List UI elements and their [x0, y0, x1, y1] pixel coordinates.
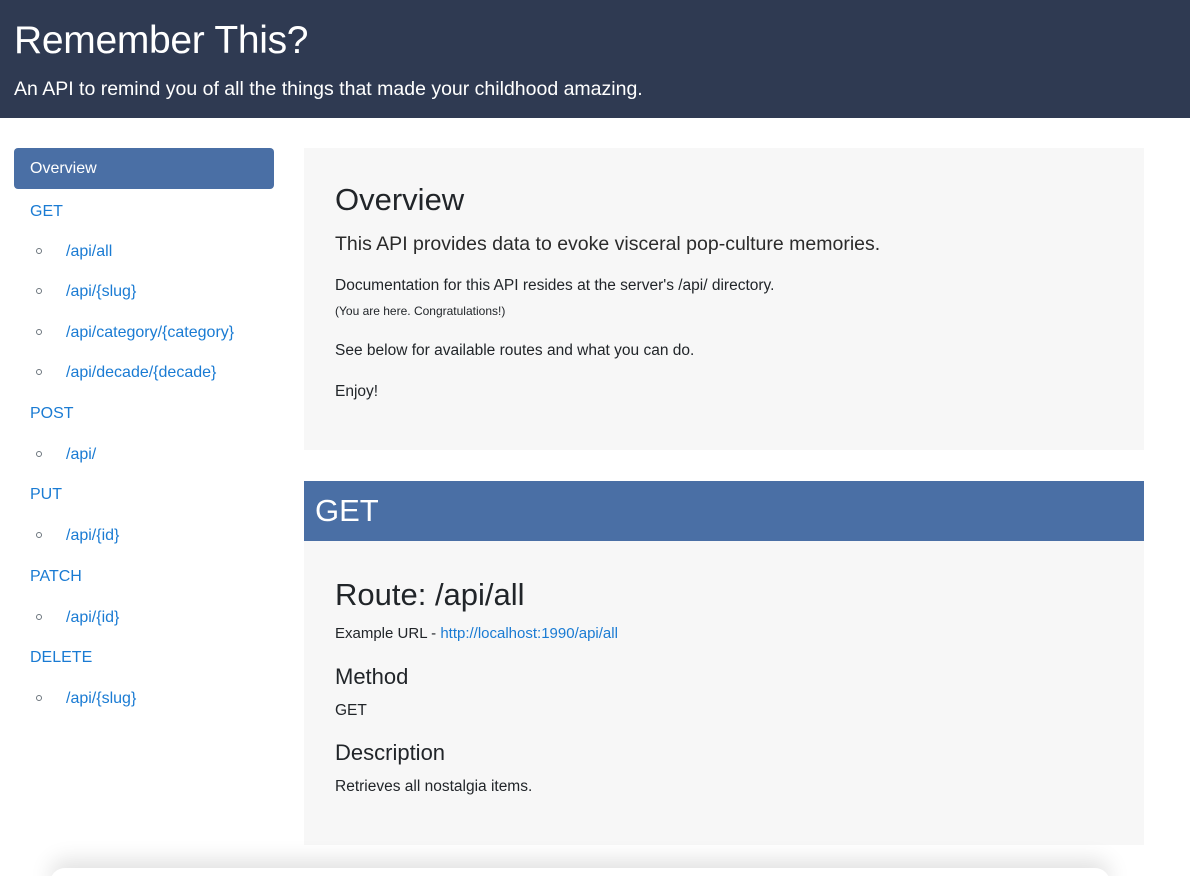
sidebar-route-label: /api/decade/{decade} — [66, 364, 217, 381]
get-section-header: GET — [304, 481, 1144, 541]
site-header: Remember This? An API to remind you of a… — [0, 0, 1190, 118]
example-url-line: Example URL - http://localhost:1990/api/… — [335, 624, 618, 644]
sidebar-route-api-decade[interactable]: /api/decade/{decade} — [36, 363, 216, 383]
sidebar-route-post-api[interactable]: /api/ — [36, 445, 96, 465]
sidebar-route-api-slug[interactable]: /api/{slug} — [36, 282, 136, 302]
sidebar-item-put[interactable]: PUT — [30, 485, 62, 505]
bullet-icon — [36, 694, 42, 701]
get-section-title: GET — [315, 493, 379, 528]
sidebar-item-patch[interactable]: PATCH — [30, 567, 82, 587]
route-heading: Route: /api/all — [335, 577, 525, 612]
site-title: Remember This? — [14, 19, 309, 62]
sidebar-route-put-api-id[interactable]: /api/{id} — [36, 526, 119, 546]
sidebar-route-api-category[interactable]: /api/category/{category} — [36, 323, 234, 343]
overview-note: (You are here. Congratulations!) — [335, 304, 506, 318]
sidebar-route-delete-api-slug[interactable]: /api/{slug} — [36, 689, 136, 709]
sidebar-route-api-all[interactable]: /api/all — [36, 242, 112, 262]
bullet-icon — [36, 613, 42, 620]
overview-routes-line: See below for available routes and what … — [335, 342, 695, 359]
sidebar-route-patch-api-id[interactable]: /api/{id} — [36, 608, 119, 628]
bullet-icon — [36, 368, 42, 375]
sidebar-route-label: /api/{slug} — [66, 690, 137, 707]
sidebar-item-get[interactable]: GET — [30, 202, 63, 222]
overview-card: Overview This API provides data to evoke… — [304, 148, 1144, 450]
sidebar-item-overview[interactable]: Overview — [14, 148, 274, 189]
route-card-api-all: Route: /api/all Example URL - http://loc… — [304, 541, 1144, 845]
sidebar-route-label: /api/all — [66, 243, 113, 260]
bullet-icon — [36, 450, 42, 457]
overview-enjoy: Enjoy! — [335, 383, 379, 400]
site-subtitle: An API to remind you of all the things t… — [14, 78, 643, 100]
sidebar-route-label: /api/ — [66, 446, 97, 463]
sidebar-route-label: /api/{id} — [66, 609, 120, 626]
overview-doc-line: Documentation for this API resides at th… — [335, 277, 775, 294]
bullet-icon — [36, 287, 42, 294]
sidebar-item-post[interactable]: POST — [30, 404, 74, 424]
example-url-link[interactable]: http://localhost:1990/api/all — [440, 625, 618, 642]
sidebar-route-label: /api/category/{category} — [66, 324, 235, 341]
page: Remember This? An API to remind you of a… — [0, 0, 1190, 876]
method-heading: Method — [335, 664, 409, 689]
bullet-icon — [36, 531, 42, 538]
sidebar-nav: Overview GET /api/all /api/{slug} /api/c… — [14, 148, 274, 707]
sidebar-route-label: /api/{slug} — [66, 283, 137, 300]
sidebar-route-label: /api/{id} — [66, 527, 120, 544]
bullet-icon — [36, 328, 42, 335]
overview-heading: Overview — [335, 182, 465, 217]
bottom-shadow — [50, 868, 1110, 876]
overview-lead: This API provides data to evoke visceral… — [335, 233, 881, 255]
method-value: GET — [335, 702, 367, 719]
description-value: Retrieves all nostalgia items. — [335, 778, 533, 795]
bullet-icon — [36, 247, 42, 254]
sidebar-item-delete[interactable]: DELETE — [30, 648, 92, 668]
example-url-prefix: Example URL - — [335, 625, 441, 642]
description-heading: Description — [335, 740, 446, 765]
